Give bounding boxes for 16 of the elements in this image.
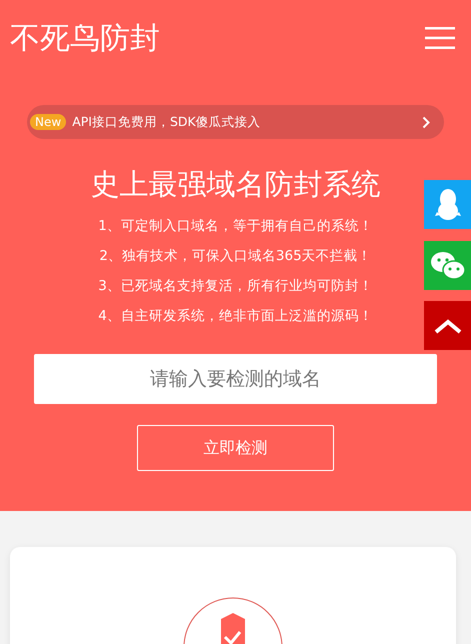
chevron-right-icon [422,116,430,128]
back-to-top-icon[interactable] [424,301,471,350]
feature-text: 3、已死域名支持复活，所有行业均可防封！ [98,277,373,296]
domain-input-field[interactable]: 请输入要检测的域名 [34,354,437,404]
new-badge: New [30,114,66,130]
feature-text: 1、可定制入口域名，等于拥有自己的系统！ [98,217,373,236]
penguin-icon[interactable] [424,180,471,229]
announcement-text: API接口免费用，SDK傻瓜式接入 [72,114,262,130]
feature-text: 4、自主研发系统，绝非市面上泛滥的源码！ [98,307,373,326]
chat-bubbles-icon[interactable] [424,241,471,290]
site-logo[interactable]: 不死鸟防封 [10,18,160,58]
check-button[interactable]: 立即检测 [137,425,334,471]
announcement-bar[interactable]: New API接口免费用，SDK傻瓜式接入 [27,105,444,139]
feature-text: 2、独有技术，可保入口域名365天不拦截！ [99,247,372,266]
hero-title: 史上最强域名防封系统 [90,166,380,203]
menu-icon[interactable] [425,26,455,50]
